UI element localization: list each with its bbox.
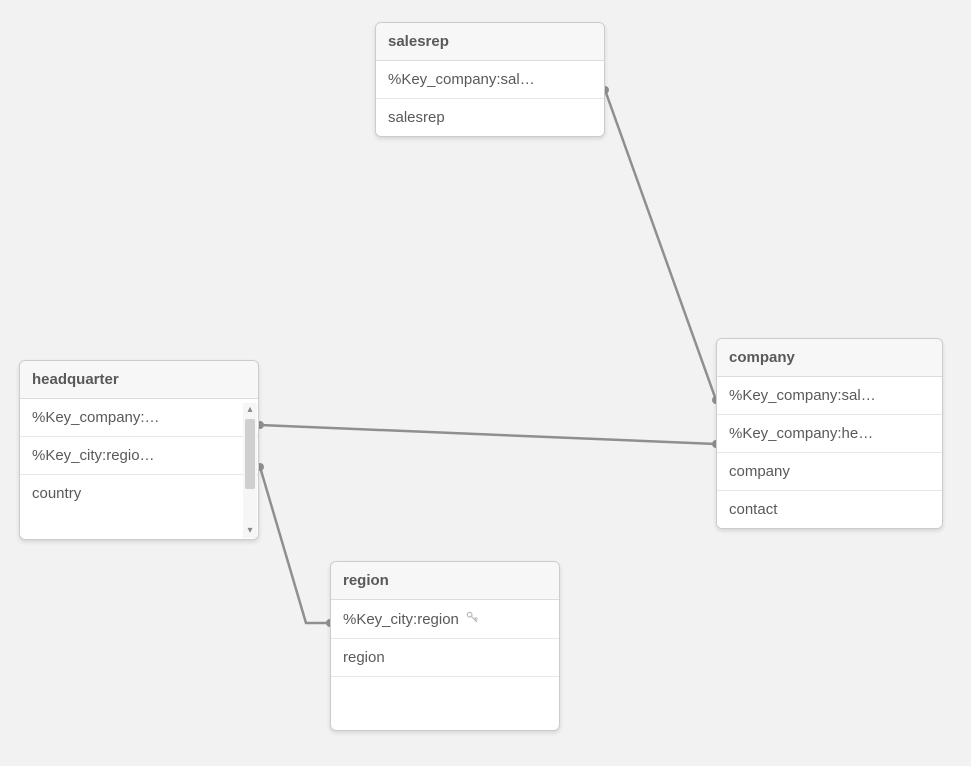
field-key-company-he[interactable]: %Key_company:he… xyxy=(717,415,942,453)
key-icon xyxy=(465,610,479,628)
table-region[interactable]: region %Key_city:region region xyxy=(330,561,560,731)
table-title: company xyxy=(717,339,942,377)
table-salesrep[interactable]: salesrep %Key_company:sal… salesrep xyxy=(375,22,605,137)
field-company[interactable]: company xyxy=(717,453,942,491)
scrollbar[interactable]: ▴ ▾ xyxy=(243,403,257,538)
table-title: headquarter xyxy=(20,361,258,399)
table-title: salesrep xyxy=(376,23,604,61)
table-title: region xyxy=(331,562,559,600)
scroll-up-arrow[interactable]: ▴ xyxy=(243,403,257,417)
table-headquarter[interactable]: headquarter %Key_company:… %Key_city:reg… xyxy=(19,360,259,540)
field-empty xyxy=(331,677,559,714)
table-company[interactable]: company %Key_company:sal… %Key_company:h… xyxy=(716,338,943,529)
scroll-down-arrow[interactable]: ▾ xyxy=(243,524,257,538)
field-key-company-sal[interactable]: %Key_company:sal… xyxy=(717,377,942,415)
field-key-city-region[interactable]: %Key_city:region xyxy=(331,600,559,639)
field-country[interactable]: country xyxy=(20,475,258,512)
diagram-canvas[interactable]: salesrep %Key_company:sal… salesrep comp… xyxy=(0,0,971,766)
field-label: %Key_city:region xyxy=(343,611,459,628)
field-key-city-region[interactable]: %Key_city:regio… xyxy=(20,437,258,475)
field-key-company-sal[interactable]: %Key_company:sal… xyxy=(376,61,604,99)
field-salesrep[interactable]: salesrep xyxy=(376,99,604,136)
field-contact[interactable]: contact xyxy=(717,491,942,528)
field-key-company[interactable]: %Key_company:… xyxy=(20,399,258,437)
scroll-thumb[interactable] xyxy=(245,419,255,489)
field-region[interactable]: region xyxy=(331,639,559,677)
